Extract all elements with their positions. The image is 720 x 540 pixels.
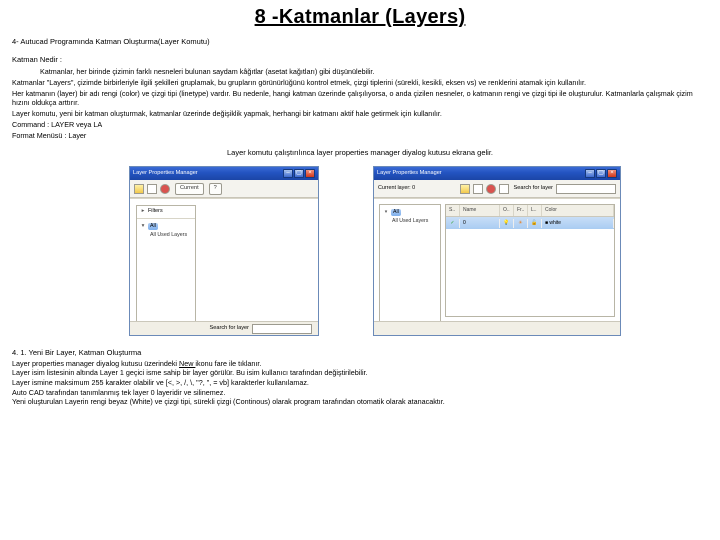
new-keyword: New xyxy=(179,359,195,368)
filter-item-label: All Used Layers xyxy=(392,218,428,225)
content-area: 4- Autucad Programında Katman Oluşturma(… xyxy=(0,37,720,407)
toolbar: Current layer: 0 Search for layer xyxy=(374,180,620,198)
filter-item-used[interactable]: All Used Layers xyxy=(140,231,192,240)
collapse-icon: ▾ xyxy=(383,209,389,216)
paragraph: Format Menüsü : Layer xyxy=(12,131,708,141)
grid-header: S.. Name O.. Fr.. L.. Color xyxy=(446,205,614,217)
titlebar: Layer Properties Manager – ▢ × xyxy=(130,167,318,180)
toolbar: Current ? xyxy=(130,180,318,198)
window-buttons: – ▢ × xyxy=(585,169,617,178)
freeze-icon[interactable]: ☀ xyxy=(514,219,528,228)
statusbar: Search for layer xyxy=(130,321,318,335)
layer-row[interactable]: ✓ 0 💡 ☀ 🔓 ■ white xyxy=(446,217,614,229)
filter-item-label: All Used Layers xyxy=(150,232,187,239)
cell-name: 0 xyxy=(460,219,500,228)
current-button[interactable]: Current xyxy=(175,183,204,195)
close-button[interactable]: × xyxy=(305,169,315,178)
filter-item-used[interactable]: All Used Layers xyxy=(383,217,437,226)
maximize-button[interactable]: ▢ xyxy=(294,169,304,178)
delete-layer-icon[interactable] xyxy=(147,184,157,194)
filter-header: ▸ Filters xyxy=(137,206,195,218)
new-layer-icon[interactable] xyxy=(134,184,144,194)
expand-icon[interactable]: ▸ xyxy=(140,208,146,215)
paragraph: Yeni oluşturulan Layerin rengi beyaz (Wh… xyxy=(12,397,708,407)
layer-manager-dialog-small: Layer Properties Manager – ▢ × Current ? xyxy=(129,166,319,336)
screenshot-row: Layer Properties Manager – ▢ × Current ? xyxy=(12,166,708,336)
filter-item-label: All xyxy=(391,209,401,216)
lock-icon[interactable]: 🔓 xyxy=(528,219,542,228)
set-current-icon[interactable] xyxy=(499,184,509,194)
statusbar xyxy=(374,321,620,335)
paragraph: Katmanlar "Layers", çizimde birbirleriyl… xyxy=(12,78,708,88)
paragraph: Her katmanın (layer) bir adı rengi (colo… xyxy=(12,89,708,108)
col-freeze[interactable]: Fr.. xyxy=(514,205,528,216)
search-label: Search for layer xyxy=(514,185,553,193)
paragraph: Command : LAYER veya LA xyxy=(12,120,708,130)
set-current-icon[interactable] xyxy=(160,184,170,194)
window-buttons: – ▢ × xyxy=(283,169,315,178)
center-caption: Layer komutu çalıştırılınca layer proper… xyxy=(12,148,708,158)
maximize-button[interactable]: ▢ xyxy=(596,169,606,178)
search-input[interactable] xyxy=(556,184,616,194)
filter-item-all[interactable]: ▾ All xyxy=(383,208,437,217)
layer-grid: S.. Name O.. Fr.. L.. Color ✓ 0 💡 ☀ 🔓 ■ … xyxy=(445,204,615,317)
current-layer-label: Current layer: 0 xyxy=(378,185,415,192)
paragraph: Layer isim listesinin altında Layer 1 ge… xyxy=(12,368,708,378)
col-status[interactable]: S.. xyxy=(446,205,460,216)
paragraph: Katmanlar, her birinde çizimin farklı ne… xyxy=(40,67,708,77)
section-katman-nedir: Katman Nedir : xyxy=(12,55,708,65)
minimize-button[interactable]: – xyxy=(585,169,595,178)
paragraph: Layer ismine maksimum 255 karakter olabi… xyxy=(12,378,708,388)
close-button[interactable]: × xyxy=(607,169,617,178)
minimize-button[interactable]: – xyxy=(283,169,293,178)
col-on[interactable]: O.. xyxy=(500,205,514,216)
search-label: Search for layer xyxy=(210,325,249,333)
cell-color[interactable]: ■ white xyxy=(542,219,614,228)
paragraph: Layer komutu, yeni bir katman oluşturmak… xyxy=(12,109,708,119)
text: Layer properties manager diyalog kutusu … xyxy=(12,359,179,368)
titlebar: Layer Properties Manager – ▢ × xyxy=(374,167,620,180)
on-icon[interactable]: 💡 xyxy=(500,219,514,228)
new-group-icon[interactable] xyxy=(473,184,483,194)
page-title: 8 -Katmanlar (Layers) xyxy=(0,0,720,37)
layer-manager-dialog-large: Layer Properties Manager – ▢ × Current l… xyxy=(373,166,621,336)
paragraph: Auto CAD tarafından tanımlanmış tek laye… xyxy=(12,388,708,398)
search-input[interactable] xyxy=(252,324,312,334)
window-title: Layer Properties Manager xyxy=(133,170,198,178)
subheader: 4- Autucad Programında Katman Oluşturma(… xyxy=(12,37,708,47)
delete-layer-icon[interactable] xyxy=(486,184,496,194)
text: ikonu fare ile tıklanır. xyxy=(195,359,261,368)
filter-tree: ▸ Filters ▾ All All Used Layers xyxy=(136,205,196,323)
paragraph: Layer properties manager diyalog kutusu … xyxy=(12,359,708,369)
filter-item-label: All xyxy=(148,223,158,230)
col-name[interactable]: Name xyxy=(460,205,500,216)
col-lock[interactable]: L.. xyxy=(528,205,542,216)
cell-status: ✓ xyxy=(446,219,460,228)
filter-item-all[interactable]: ▾ All xyxy=(140,222,192,231)
collapse-icon: ▾ xyxy=(140,223,146,230)
filter-label: Filters xyxy=(148,208,163,215)
window-title: Layer Properties Manager xyxy=(377,170,442,178)
section-4-1-heading: 4. 1. Yeni Bir Layer, Katman Oluşturma xyxy=(12,348,708,358)
col-color[interactable]: Color xyxy=(542,205,614,216)
help-button[interactable]: ? xyxy=(209,183,222,195)
new-layer-icon[interactable] xyxy=(460,184,470,194)
filter-tree: ▾ All All Used Layers xyxy=(379,204,441,326)
